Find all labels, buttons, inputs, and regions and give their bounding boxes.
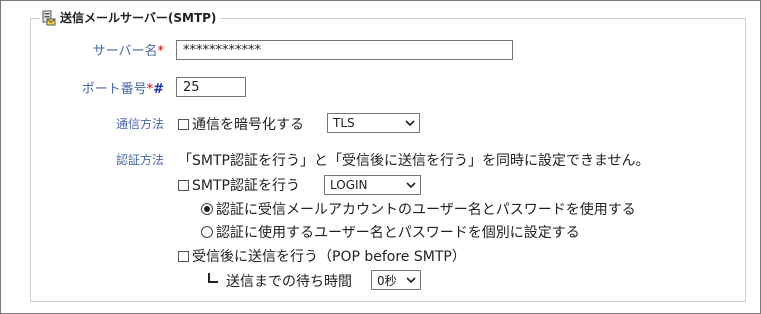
radio-receive-account[interactable] bbox=[201, 203, 213, 215]
wait-time-row: 送信までの待ち時間 bbox=[208, 271, 352, 291]
wait-time-select[interactable]: 0秒 bbox=[371, 270, 421, 290]
port-label: ポート番号*# bbox=[81, 82, 164, 97]
smtp-auth-row[interactable]: SMTP認証を行う bbox=[178, 175, 300, 195]
radio-separate[interactable] bbox=[201, 226, 213, 238]
hash-mark: # bbox=[153, 82, 164, 97]
encryption-select[interactable]: TLS bbox=[327, 113, 420, 133]
smtp-auth-label: SMTP認証を行う bbox=[192, 178, 300, 194]
smtp-auth-checkbox[interactable] bbox=[178, 180, 189, 191]
section-title: 送信メールサーバー(SMTP) bbox=[60, 11, 217, 25]
server-mail-icon bbox=[42, 10, 56, 25]
tree-elbow-icon bbox=[208, 273, 218, 283]
required-mark: * bbox=[157, 44, 165, 59]
port-input[interactable] bbox=[176, 77, 246, 97]
server-name-input[interactable] bbox=[176, 40, 513, 60]
radio-receive-account-label: 認証に受信メールアカウントのユーザー名とパスワードを使用する bbox=[216, 202, 636, 218]
smtp-auth-select[interactable]: LOGIN bbox=[324, 175, 421, 195]
pop-before-smtp-label: 受信後に送信を行う（POP before SMTP） bbox=[192, 249, 466, 265]
wait-time-label: 送信までの待ち時間 bbox=[226, 274, 352, 290]
auth-notice: 「SMTP認証を行う」と「受信後に送信を行う」を同時に設定できません。 bbox=[178, 153, 650, 169]
encryption-label: 通信方法 bbox=[115, 117, 164, 131]
chevron-down-icon bbox=[406, 277, 416, 284]
chevron-down-icon bbox=[406, 182, 416, 189]
smtp-auth-select-value: LOGIN bbox=[330, 178, 368, 192]
pop-before-smtp-row[interactable]: 受信後に送信を行う（POP before SMTP） bbox=[178, 246, 466, 266]
radio-separate-label: 認証に使用するユーザー名とパスワードを個別に設定する bbox=[216, 225, 580, 241]
encryption-select-value: TLS bbox=[333, 116, 355, 130]
auth-label: 認証方法 bbox=[115, 153, 164, 167]
encrypt-checkbox[interactable] bbox=[178, 119, 189, 130]
encrypt-checkbox-label: 通信を暗号化する bbox=[192, 117, 304, 133]
server-name-label: サーバー名* bbox=[92, 44, 165, 59]
encrypt-checkbox-row[interactable]: 通信を暗号化する bbox=[178, 114, 304, 134]
pop-before-smtp-checkbox[interactable] bbox=[178, 251, 189, 262]
section-legend: 送信メールサーバー(SMTP) bbox=[40, 9, 221, 26]
wait-time-select-value: 0秒 bbox=[377, 273, 397, 288]
radio-receive-account-row[interactable]: 認証に受信メールアカウントのユーザー名とパスワードを使用する bbox=[201, 199, 636, 219]
radio-separate-row[interactable]: 認証に使用するユーザー名とパスワードを個別に設定する bbox=[201, 222, 580, 242]
chevron-down-icon bbox=[405, 120, 415, 127]
